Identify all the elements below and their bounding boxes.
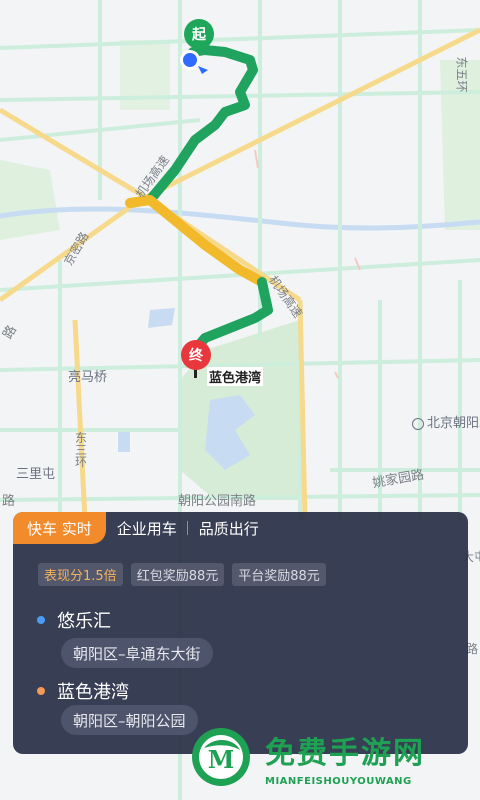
performance-score-chip: 表现分1.5倍 (38, 563, 123, 586)
river (0, 206, 480, 231)
start-marker-label: 起 (192, 27, 206, 43)
service-tabs: 快车 实时 企业用车 品质出行 (13, 512, 270, 544)
end-marker-label: 终 (189, 348, 203, 364)
place-label-sanlitun: 三里屯 (16, 467, 56, 482)
origin-dot-icon (37, 616, 45, 624)
origin-address[interactable]: 朝阳区–阜通东大街 (61, 638, 213, 668)
red-packet-reward-chip: 红包奖励88元 (130, 563, 225, 586)
ride-order-panel: 快车 实时 企业用车 品质出行 表现分1.5倍 红包奖励88元 平台奖励88元 … (13, 512, 468, 754)
train-station-icon (412, 417, 424, 430)
destination-map-label: 蓝色港湾 (207, 367, 264, 386)
place-label-beijing-chaoyang-station: 北京朝阳站 (412, 412, 480, 431)
lake (118, 432, 130, 452)
destination-address[interactable]: 朝阳区–朝阳公园 (61, 705, 198, 735)
destination-dot-icon (37, 687, 45, 695)
road-label-lu-left-2: 路 (2, 494, 16, 509)
destination-row[interactable]: 蓝色港湾 (37, 678, 129, 704)
place-label-liangmaqiao: 亮马桥 (68, 370, 108, 385)
tab-express-realtime[interactable]: 快车 实时 (13, 512, 106, 544)
heading-arrow-icon (198, 66, 208, 74)
platform-reward-chip: 平台奖励88元 (232, 563, 326, 586)
lake (148, 308, 175, 328)
road-label-east-5th-ring: 东五环 (454, 56, 469, 93)
end-marker[interactable]: 终 (181, 340, 211, 370)
watermark-text: 免费手游网 (265, 736, 425, 771)
watermark-logo: M (192, 728, 250, 786)
tab-enterprise[interactable]: 企业用车 (106, 512, 188, 544)
road-label-chaoyang-park-south: 朝阳公园南路 (178, 494, 257, 509)
reward-chips: 表现分1.5倍 红包奖励88元 平台奖励88元 (38, 563, 326, 586)
road-label-east-3rd-ring: 东三环 (75, 431, 88, 469)
destination-name: 蓝色港湾 (57, 682, 129, 703)
park-area (0, 160, 60, 240)
watermark-subtext: MIANFEISHOUYOUWANG (265, 776, 412, 787)
tab-premium[interactable]: 品质出行 (188, 512, 270, 544)
start-marker[interactable]: 起 (184, 19, 214, 49)
origin-name: 悠乐汇 (57, 611, 111, 632)
origin-row[interactable]: 悠乐汇 (37, 607, 111, 633)
watermark-logo-letter: M (208, 745, 235, 774)
